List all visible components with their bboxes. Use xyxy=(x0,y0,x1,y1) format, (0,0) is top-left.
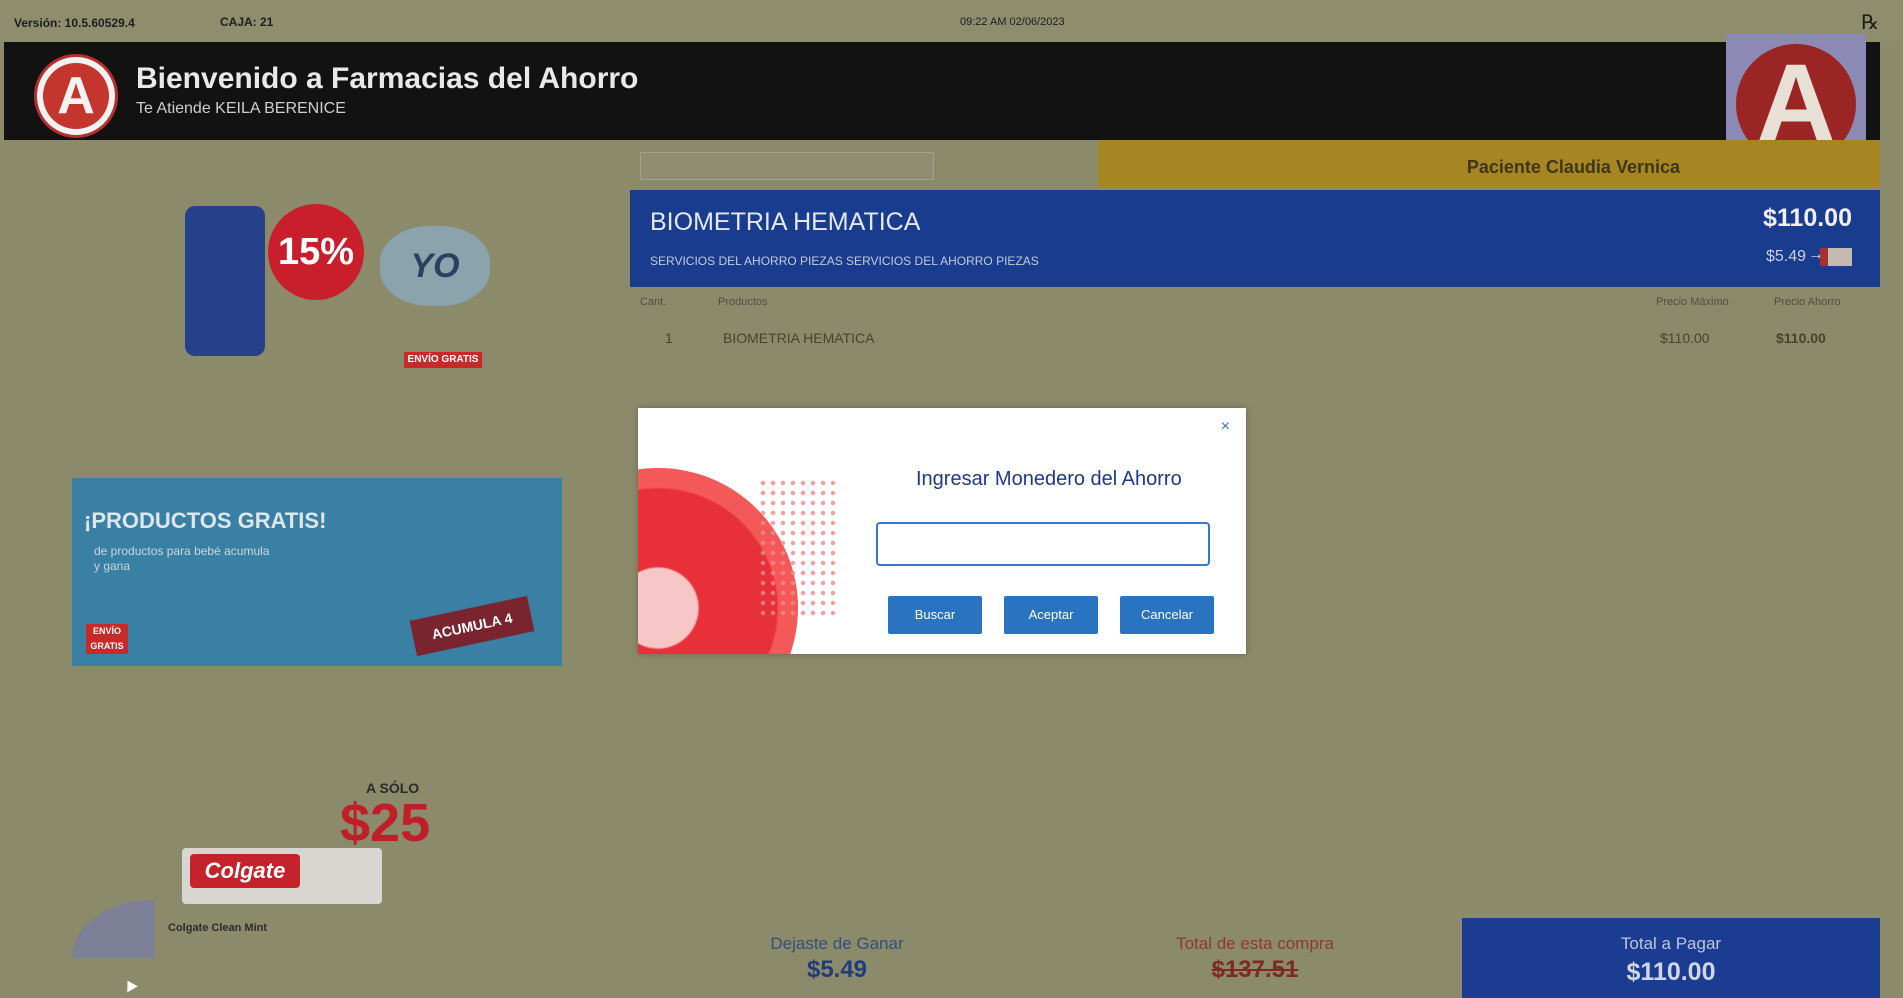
dialog-decorative-graphic xyxy=(638,468,838,654)
item-name: BIOMETRIA HEMATICA xyxy=(650,208,921,236)
top-status-bar: Versión: 10.5.60529.4 CAJA: 21 09:22 AM … xyxy=(0,0,1903,42)
patient-name: Paciente Claudia Vernica xyxy=(1466,157,1680,177)
product-can-image xyxy=(185,206,265,356)
brand-logo: A xyxy=(34,54,118,138)
total-compra-value: $137.51 xyxy=(1211,956,1299,983)
item-price: $110.00 xyxy=(1763,204,1852,232)
caja-label: CAJA: 21 xyxy=(220,15,274,29)
dialog-title: Ingresar Monedero del Ahorro xyxy=(916,468,1182,490)
col-header-precio-maximo: Precio Máximo xyxy=(1656,296,1729,308)
version-label: Versión: 10.5.60529.4 xyxy=(14,16,135,30)
dot-pattern xyxy=(758,478,838,618)
wallet-icon xyxy=(1820,248,1852,266)
row-precio-ahorro: $110.00 xyxy=(1776,330,1826,346)
decorative-shape xyxy=(72,900,154,958)
promo3-brand: Colgate xyxy=(190,854,300,888)
selected-item-banner[interactable]: BIOMETRIA HEMATICA SERVICIOS DEL AHORRO … xyxy=(630,190,1880,287)
buscar-button[interactable]: Buscar xyxy=(888,596,982,634)
total-a-pagar-panel: Total a Pagar $110.00 xyxy=(1462,918,1880,998)
item-description: SERVICIOS DEL AHORRO PIEZAS SERVICIOS DE… xyxy=(650,254,1039,268)
col-header-precio-ahorro: Precio Ahorro xyxy=(1774,296,1841,308)
discount-badge: 15% xyxy=(268,204,364,300)
close-icon[interactable]: × xyxy=(1221,418,1230,436)
item-savings: $5.49 xyxy=(1765,248,1806,265)
promo-banner-1[interactable]: 15% YO ENVÍO GRATIS xyxy=(150,196,490,374)
promo3-product: Colgate Clean Mint xyxy=(168,922,268,934)
total-compra: Total de esta compra $137.51 xyxy=(1150,934,1360,984)
promo2-acumula: ACUMULA 4 xyxy=(409,595,535,657)
brand-logo-letter: A xyxy=(43,63,109,129)
aceptar-button[interactable]: Aceptar xyxy=(1004,596,1098,634)
product-search-input[interactable] xyxy=(640,152,934,180)
row-precio-maximo: $110.00 xyxy=(1660,330,1710,346)
rx-icon[interactable]: ℞ xyxy=(1861,10,1879,35)
col-header-cant: Cant. xyxy=(640,296,667,308)
promo2-text: de productos para bebé acumula y gana xyxy=(94,544,270,573)
dejaste-de-ganar: Dejaste de Ganar $5.49 xyxy=(742,934,932,984)
total-pagar-label: Total a Pagar xyxy=(1620,934,1722,953)
promo2-title: ¡PRODUCTOS GRATIS! xyxy=(84,508,327,533)
total-pagar-value: $110.00 xyxy=(1626,958,1716,986)
wallet-number-input[interactable] xyxy=(876,522,1210,566)
wallet-dialog: × Ingresar Monedero del Ahorro Buscar Ac… xyxy=(638,408,1246,654)
dejaste-label: Dejaste de Ganar xyxy=(770,934,904,953)
promo-banner-3[interactable]: A SÓLO $25 Colgate Colgate Clean Mint xyxy=(72,780,492,960)
row-producto: BIOMETRIA HEMATICA xyxy=(723,330,875,346)
promo-banner-2[interactable]: ¡PRODUCTOS GRATIS! de productos para beb… xyxy=(72,478,562,666)
welcome-title: Bienvenido a Farmacias del Ahorro xyxy=(136,62,639,95)
app-header: A Bienvenido a Farmacias del Ahorro Te A… xyxy=(4,42,1880,140)
promo3-price: $25 xyxy=(340,793,431,853)
cancelar-button[interactable]: Cancelar xyxy=(1120,596,1214,634)
datetime-label: 09:22 AM 02/06/2023 xyxy=(960,16,1065,28)
total-compra-label: Total de esta compra xyxy=(1176,934,1334,953)
dejaste-value: $5.49 xyxy=(806,956,868,983)
row-cant: 1 xyxy=(665,330,673,346)
cashier-name: Te Atiende KEILA BERENICE xyxy=(136,100,346,117)
free-shipping-tag: ENVÍO GRATIS xyxy=(404,352,482,368)
mouse-cursor-icon xyxy=(122,977,138,993)
patient-bar: Paciente Claudia Vernica xyxy=(1098,140,1880,188)
yo-badge: YO xyxy=(380,226,490,306)
col-header-productos: Productos xyxy=(718,296,768,308)
promo2-free-shipping: ENVÍO GRATIS xyxy=(86,624,128,654)
